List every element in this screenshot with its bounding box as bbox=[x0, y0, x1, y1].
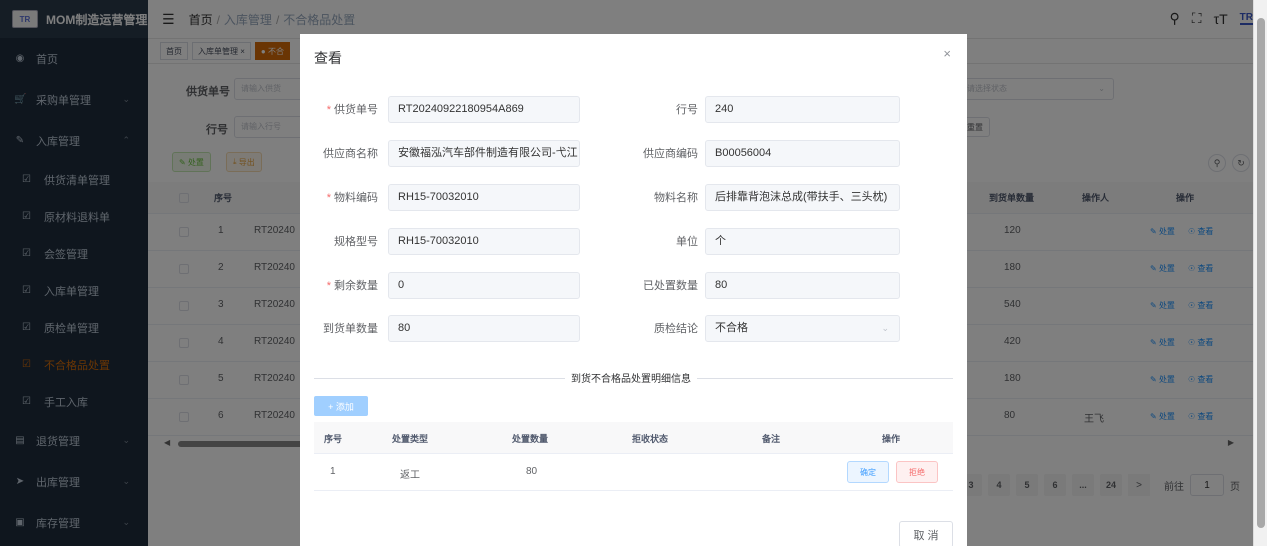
spec-model-label: 规格型号 bbox=[334, 236, 378, 248]
page-scrollbar[interactable] bbox=[1253, 0, 1267, 546]
confirm-button[interactable]: 确定 bbox=[847, 461, 889, 483]
add-button[interactable]: + 添加 bbox=[314, 396, 368, 416]
supplier-code-label: 供应商编码 bbox=[643, 148, 698, 160]
view-dialog: 查看 × * 供货单号 RT20240922180954A869 行号 240 供… bbox=[300, 34, 967, 546]
remaining-qty-field[interactable]: 0 bbox=[388, 272, 580, 299]
cancel-button[interactable]: 取 消 bbox=[899, 521, 953, 546]
unit-field[interactable]: 个 bbox=[705, 228, 900, 255]
material-name-field[interactable]: 后排靠背泡沫总成(带扶手、三头枕) bbox=[705, 184, 900, 211]
supplier-code-field[interactable]: B00056004 bbox=[705, 140, 900, 167]
material-code-label: * 物料编码 bbox=[326, 192, 378, 204]
qc-result-value: 不合格 bbox=[715, 322, 748, 334]
qc-result-select[interactable]: 不合格 ⌄ bbox=[705, 315, 900, 342]
disposed-qty-field[interactable]: 80 bbox=[705, 272, 900, 299]
dialog-title: 查看 bbox=[314, 50, 342, 66]
unit-label: 单位 bbox=[676, 236, 698, 248]
column-header-reject-status: 拒收状态 bbox=[632, 434, 669, 444]
detail-table-row: 1 返工 80 确定 拒绝 bbox=[314, 454, 953, 491]
scrollbar-thumb[interactable] bbox=[1257, 18, 1265, 528]
supplier-name-label: 供应商名称 bbox=[323, 148, 378, 160]
supply-no-label: * 供货单号 bbox=[326, 104, 378, 116]
detail-qty[interactable]: 80 bbox=[526, 466, 537, 477]
row-no-label: 行号 bbox=[676, 104, 698, 116]
close-icon[interactable]: × bbox=[943, 46, 951, 61]
supply-no-field[interactable]: RT20240922180954A869 bbox=[388, 96, 580, 123]
chevron-down-icon: ⌄ bbox=[881, 323, 889, 333]
disposed-qty-label: 已处置数量 bbox=[643, 280, 698, 292]
material-code-field[interactable]: RH15-70032010 bbox=[388, 184, 580, 211]
supplier-name-field[interactable]: 安徽福泓汽车部件制造有限公司-弋江 bbox=[388, 140, 580, 167]
column-header-index: 序号 bbox=[324, 434, 343, 444]
column-header-qty: 处置数量 bbox=[512, 434, 549, 444]
qc-result-label: 质检结论 bbox=[654, 323, 698, 335]
column-header-remark: 备注 bbox=[762, 434, 781, 444]
column-header-action: 操作 bbox=[882, 434, 901, 444]
section-title: 到货不合格品处置明细信息 bbox=[565, 370, 697, 385]
remaining-qty-label: * 剩余数量 bbox=[326, 280, 378, 292]
detail-table-header: 序号 处置类型 处置数量 拒收状态 备注 操作 bbox=[314, 422, 953, 454]
detail-type[interactable]: 返工 bbox=[400, 466, 420, 481]
arrival-qty-label: 到货单数量 bbox=[323, 323, 378, 335]
material-name-label: 物料名称 bbox=[654, 192, 698, 204]
reject-button[interactable]: 拒绝 bbox=[896, 461, 938, 483]
arrival-qty-field[interactable]: 80 bbox=[388, 315, 580, 342]
spec-model-field[interactable]: RH15-70032010 bbox=[388, 228, 580, 255]
column-header-type: 处置类型 bbox=[392, 434, 429, 444]
row-no-field[interactable]: 240 bbox=[705, 96, 900, 123]
detail-index: 1 bbox=[330, 466, 336, 477]
